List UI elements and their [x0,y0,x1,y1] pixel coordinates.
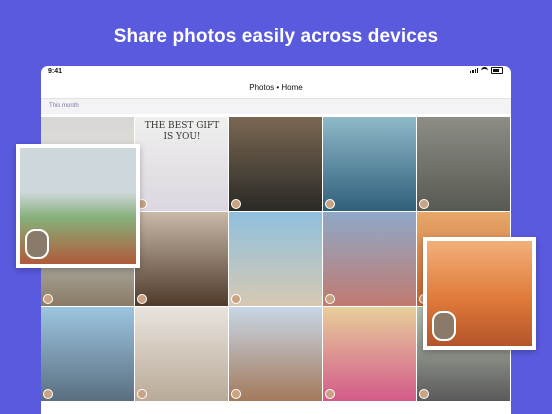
photo-aquarium-kids[interactable] [323,117,416,211]
floating-photo-sunset [427,241,532,346]
photo-caption-text: THE BEST GIFT IS YOU! [144,121,220,142]
photo-owner-avatar [419,199,429,209]
photo-owner-avatar [231,294,241,304]
photo-pier-sunset-sky[interactable] [323,212,416,306]
photo-owner-avatar [419,389,429,399]
photo-smore-hand[interactable] [135,307,228,401]
photo-owner-avatar [325,199,335,209]
status-icons [470,67,503,74]
user-avatar [432,311,456,341]
photo-owner-avatar [137,294,147,304]
battery-icon [491,67,503,74]
photo-elephant[interactable] [417,117,510,211]
photo-owner-avatar [231,199,241,209]
floating-card-sunset[interactable] [423,237,536,350]
photo-dock-kids[interactable] [41,307,134,401]
status-time: 9:41 [48,68,63,75]
photo-zebra[interactable] [229,117,322,211]
photo-campfire-smores[interactable] [135,212,228,306]
photo-the-best-gift[interactable]: THE BEST GIFT IS YOU! [135,117,228,211]
photo-owner-avatar [137,389,147,399]
photo-owner-avatar [43,389,53,399]
floating-card-meadow[interactable] [16,144,140,268]
page-headline: Share photos easily across devices [113,26,439,47]
floating-photo-meadow [20,148,136,264]
photo-beach[interactable] [229,212,322,306]
photo-pink-selfie[interactable] [323,307,416,401]
section-header: This month [41,99,511,114]
photo-owner-avatar [43,294,53,304]
cellular-signal-icon [470,68,478,73]
user-avatar [25,229,49,259]
photo-owner-avatar [325,294,335,304]
photo-owner-avatar [231,389,241,399]
nav-title: Photos • Home [41,78,511,99]
photo-owner-avatar [325,389,335,399]
wifi-icon [481,67,488,74]
status-bar: 9:41 [41,66,511,78]
photo-sunglasses-selfie[interactable] [229,307,322,401]
